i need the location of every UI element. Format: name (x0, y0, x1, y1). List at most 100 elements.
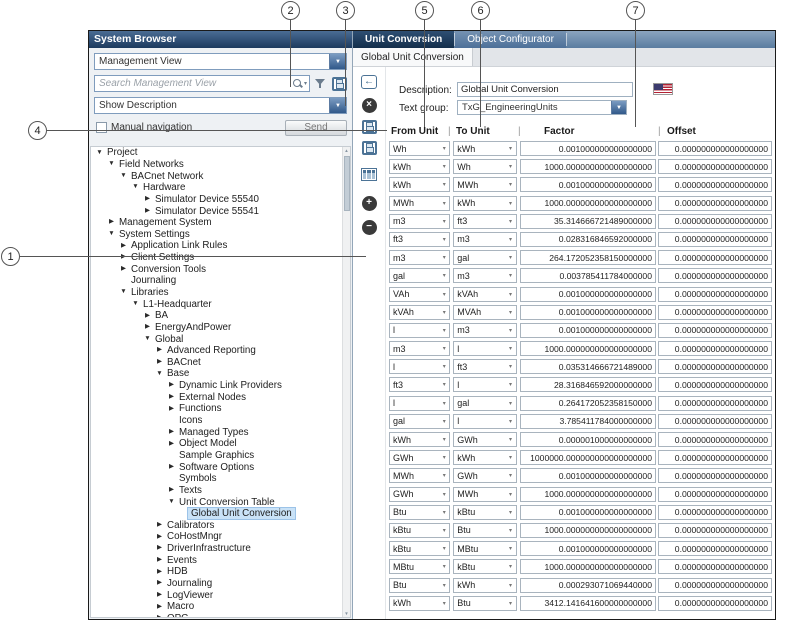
tree-item[interactable]: ▼Base (91, 368, 341, 380)
expand-icon[interactable]: ▶ (167, 487, 176, 494)
expand-icon[interactable]: ▶ (155, 592, 164, 599)
factor-input[interactable] (520, 487, 656, 502)
offset-input[interactable] (658, 432, 772, 447)
from-unit-select[interactable]: kVAh▾ (389, 305, 450, 320)
expand-icon[interactable]: ▶ (155, 545, 164, 552)
delete-icon[interactable]: × (362, 98, 377, 113)
expand-icon[interactable]: ▶ (143, 313, 152, 320)
factor-input[interactable] (520, 305, 656, 320)
tree-item[interactable]: ▶Texts (91, 485, 341, 497)
tree-item[interactable]: ▶Simulator Device 55541 (91, 205, 341, 217)
tree-item[interactable]: Global Unit Conversion (91, 508, 341, 520)
tree-item[interactable]: ▶Conversion Tools (91, 263, 341, 275)
tree-item[interactable]: ▶Simulator Device 55540 (91, 194, 341, 206)
from-unit-select[interactable]: kWh▾ (389, 159, 450, 174)
from-unit-select[interactable]: Btu▾ (389, 578, 450, 593)
expand-icon[interactable]: ▶ (119, 266, 128, 273)
tree-item[interactable]: ▼Libraries (91, 287, 341, 299)
tree-item[interactable]: ▶OPC (91, 613, 341, 617)
tree-item[interactable]: ▶Calibrators (91, 520, 341, 532)
tree-item[interactable]: ▼Field Networks (91, 159, 341, 171)
expand-icon[interactable]: ▶ (167, 464, 176, 471)
factor-input[interactable] (520, 214, 656, 229)
to-unit-select[interactable]: l▾ (453, 414, 516, 429)
tree-item[interactable]: ▼System Settings (91, 228, 341, 240)
offset-input[interactable] (658, 268, 772, 283)
factor-input[interactable] (520, 268, 656, 283)
save-as-icon[interactable] (362, 141, 377, 155)
expand-icon[interactable]: ▶ (155, 615, 164, 617)
from-unit-select[interactable]: m3▾ (389, 214, 450, 229)
scrollbar-thumb[interactable] (344, 156, 350, 211)
offset-input[interactable] (658, 377, 772, 392)
dropdown-open-button[interactable]: ▼ (329, 54, 346, 69)
subtab-global-unit-conversion[interactable]: Global Unit Conversion (353, 48, 473, 66)
to-unit-select[interactable]: Btu▾ (453, 596, 516, 611)
collapse-icon[interactable]: ▼ (143, 336, 152, 343)
tree-item[interactable]: Journaling (91, 275, 341, 287)
tree-item[interactable]: ▼L1-Headquarter (91, 298, 341, 310)
to-unit-select[interactable]: ft3▾ (453, 214, 516, 229)
to-unit-select[interactable]: gal▾ (453, 250, 516, 265)
tree-item[interactable]: ▶DriverInfrastructure (91, 543, 341, 555)
offset-input[interactable] (658, 414, 772, 429)
expand-icon[interactable]: ▶ (155, 359, 164, 366)
offset-input[interactable] (658, 287, 772, 302)
to-unit-select[interactable]: ft3▾ (453, 359, 516, 374)
factor-input[interactable] (520, 432, 656, 447)
collapse-icon[interactable]: ▼ (155, 371, 164, 378)
offset-input[interactable] (658, 396, 772, 411)
from-unit-select[interactable]: Btu▾ (389, 505, 450, 520)
tree-item[interactable]: ▶EnergyAndPower (91, 322, 341, 334)
to-unit-select[interactable]: kWh▾ (453, 141, 516, 156)
expand-icon[interactable]: ▶ (155, 557, 164, 564)
search-input[interactable] (95, 77, 292, 90)
from-unit-select[interactable]: gal▾ (389, 414, 450, 429)
factor-input[interactable] (520, 541, 656, 556)
to-unit-select[interactable]: l▾ (453, 341, 516, 356)
to-unit-select[interactable]: m3▾ (453, 268, 516, 283)
filter-icon[interactable] (314, 77, 328, 90)
description-field[interactable] (457, 82, 633, 97)
offset-input[interactable] (658, 250, 772, 265)
factor-input[interactable] (520, 468, 656, 483)
expand-icon[interactable]: ▶ (155, 522, 164, 529)
expand-icon[interactable]: ▶ (167, 394, 176, 401)
collapse-icon[interactable]: ▼ (131, 184, 140, 191)
to-unit-select[interactable]: GWh▾ (453, 468, 516, 483)
from-unit-select[interactable]: m3▾ (389, 341, 450, 356)
from-unit-select[interactable]: kBtu▾ (389, 541, 450, 556)
to-unit-select[interactable]: GWh▾ (453, 432, 516, 447)
tree-item[interactable]: ▼BACnet Network (91, 170, 341, 182)
tree-item[interactable]: ▶External Nodes (91, 391, 341, 403)
tree-item[interactable]: ▶Application Link Rules (91, 240, 341, 252)
to-unit-select[interactable]: Wh▾ (453, 159, 516, 174)
column-config-icon[interactable] (361, 168, 377, 181)
from-unit-select[interactable]: MWh▾ (389, 468, 450, 483)
tree-item[interactable]: ▶Functions (91, 403, 341, 415)
from-unit-select[interactable]: MWh▾ (389, 196, 450, 211)
dropdown-open-button[interactable]: ▼ (611, 101, 626, 114)
tree-item[interactable]: ▼Hardware (91, 182, 341, 194)
save-icon[interactable] (362, 120, 377, 134)
from-unit-select[interactable]: Wh▾ (389, 141, 450, 156)
factor-input[interactable] (520, 196, 656, 211)
tab-unit-conversion[interactable]: Unit Conversion (353, 31, 454, 48)
to-unit-select[interactable]: m3▾ (453, 232, 516, 247)
factor-input[interactable] (520, 341, 656, 356)
offset-input[interactable] (658, 141, 772, 156)
tree-item[interactable]: ▼Global (91, 333, 341, 345)
offset-input[interactable] (658, 596, 772, 611)
expand-icon[interactable]: ▶ (167, 441, 176, 448)
tree-item[interactable]: ▶Software Options (91, 461, 341, 473)
expand-icon[interactable]: ▶ (155, 347, 164, 354)
offset-input[interactable] (658, 305, 772, 320)
tree-item[interactable]: Sample Graphics (91, 450, 341, 462)
offset-input[interactable] (658, 232, 772, 247)
dropdown-open-button[interactable]: ▼ (329, 98, 346, 113)
from-unit-select[interactable]: kWh▾ (389, 596, 450, 611)
factor-input[interactable] (520, 287, 656, 302)
to-unit-select[interactable]: l▾ (453, 377, 516, 392)
from-unit-select[interactable]: kWh▾ (389, 177, 450, 192)
description-mode-dropdown[interactable]: Show Description ▼ (94, 97, 347, 114)
